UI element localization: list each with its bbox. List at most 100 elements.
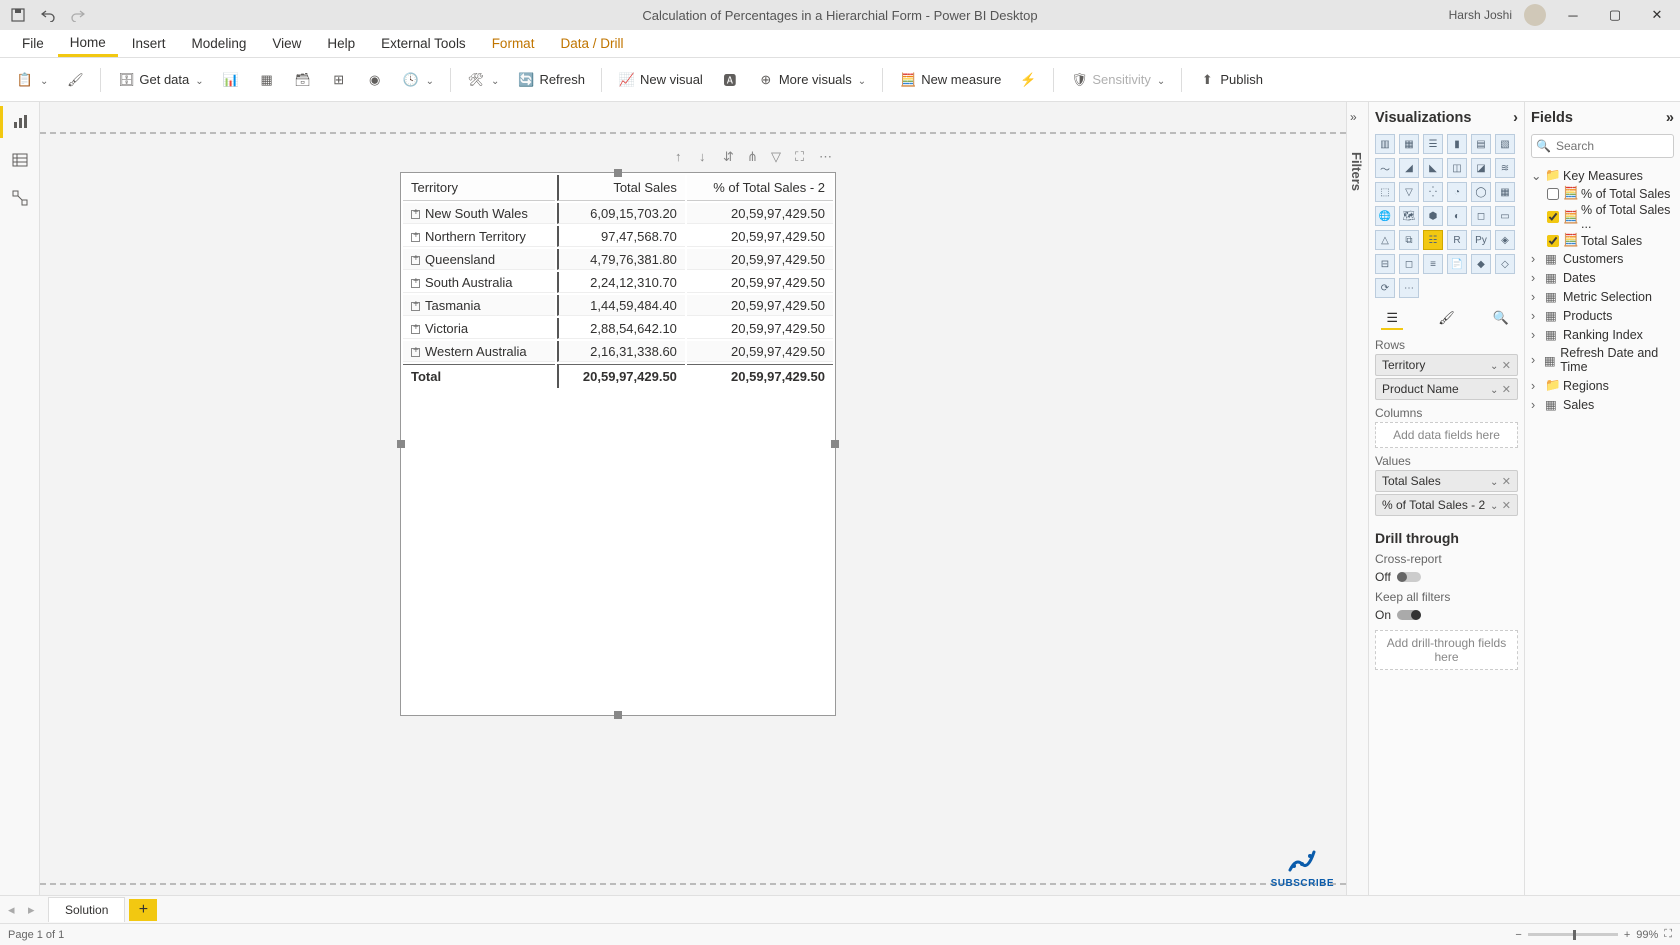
keep-filters-toggle[interactable]: On xyxy=(1375,608,1518,622)
remove-field-icon[interactable]: ✕ xyxy=(1502,384,1511,396)
expand-icon[interactable] xyxy=(411,279,420,288)
viz-pie-icon[interactable]: ◔ xyxy=(1447,182,1467,202)
table-customers[interactable]: ›▦Customers xyxy=(1531,249,1674,268)
viz-stacked-bar-icon[interactable]: ▥ xyxy=(1375,134,1395,154)
more-options-icon[interactable]: ⋯ xyxy=(819,149,835,165)
viz-shape-map-icon[interactable]: ⬢ xyxy=(1423,206,1443,226)
quick-measure-button[interactable]: ⚡ xyxy=(1013,67,1043,93)
menu-modeling[interactable]: Modeling xyxy=(180,32,259,55)
menu-file[interactable]: File xyxy=(10,32,56,55)
filters-expand-icon[interactable]: » xyxy=(1350,110,1357,124)
menu-help[interactable]: Help xyxy=(315,32,367,55)
analytics-tab-icon[interactable]: 🔍 xyxy=(1490,308,1512,330)
fields-collapse-icon[interactable]: » xyxy=(1666,110,1674,126)
viz-waterfall-icon[interactable]: ⬚ xyxy=(1375,182,1395,202)
remove-field-icon[interactable]: ✕ xyxy=(1502,360,1511,372)
resize-handle-right[interactable] xyxy=(831,440,839,448)
user-name[interactable]: Harsh Joshi xyxy=(1449,8,1512,22)
viz-filled-map-icon[interactable]: 🗺 xyxy=(1399,206,1419,226)
new-measure-button[interactable]: 🧮New measure xyxy=(893,67,1007,93)
table-row[interactable]: Tasmania1,44,59,484.4020,59,97,429.50 xyxy=(403,295,833,316)
save-icon[interactable] xyxy=(8,5,28,25)
table-row[interactable]: Western Australia2,16,31,338.6020,59,97,… xyxy=(403,341,833,362)
viz-table-icon[interactable]: ☷ xyxy=(1423,230,1443,250)
table-refresh-date[interactable]: ›▦Refresh Date and Time xyxy=(1531,344,1674,376)
resize-handle-bottom[interactable] xyxy=(614,711,622,719)
format-tab-icon[interactable]: 🖌 xyxy=(1435,308,1457,330)
table-products[interactable]: ›▦Products xyxy=(1531,306,1674,325)
table-key-measures[interactable]: ⌄📁Key Measures xyxy=(1531,166,1674,185)
viz-arcgis-icon[interactable]: ◆ xyxy=(1471,254,1491,274)
page-prev-icon[interactable]: ◂ xyxy=(8,902,24,918)
viz-funnel-icon[interactable]: ▽ xyxy=(1399,182,1419,202)
text-box-button[interactable]: 🅰 xyxy=(715,67,745,93)
viz-slicer-icon[interactable]: ⧉ xyxy=(1399,230,1419,250)
matrix-visual[interactable]: ↑ ↓ ⇵ ⋔ ▽ ⛶ ⋯ Territory Total Sale xyxy=(400,172,836,716)
filters-pane[interactable]: » Filters xyxy=(1346,102,1368,895)
viz-decomp-icon[interactable]: ⊟ xyxy=(1375,254,1395,274)
viz-clustered-col-icon[interactable]: ▮ xyxy=(1447,134,1467,154)
viz-100-bar-icon[interactable]: ▤ xyxy=(1471,134,1491,154)
viz-py-icon[interactable]: Py xyxy=(1471,230,1491,250)
pbi-dataset-icon[interactable]: ▦ xyxy=(252,67,282,93)
next-level-icon[interactable]: ⋔ xyxy=(747,149,763,165)
table-sales[interactable]: ›▦Sales xyxy=(1531,395,1674,414)
filter-icon[interactable]: ▽ xyxy=(771,149,787,165)
viz-kpi-icon[interactable]: △ xyxy=(1375,230,1395,250)
excel-source-icon[interactable]: 📊 xyxy=(216,67,246,93)
viz-line-col2-icon[interactable]: ◪ xyxy=(1471,158,1491,178)
table-row[interactable]: Northern Territory97,47,568.7020,59,97,4… xyxy=(403,226,833,247)
viz-ribbon-icon[interactable]: ≋ xyxy=(1495,158,1515,178)
viz-key-influencer-icon[interactable]: ◈ xyxy=(1495,230,1515,250)
menu-insert[interactable]: Insert xyxy=(120,32,178,55)
rows-field-product[interactable]: Product Name ✕ xyxy=(1375,378,1518,400)
undo-icon[interactable] xyxy=(38,5,58,25)
viz-card-icon[interactable]: ◻ xyxy=(1471,206,1491,226)
page-next-icon[interactable]: ▸ xyxy=(28,902,44,918)
canvas[interactable]: ↑ ↓ ⇵ ⋔ ▽ ⛶ ⋯ Territory Total Sale xyxy=(40,102,1346,895)
viz-multi-card-icon[interactable]: ▭ xyxy=(1495,206,1515,226)
publish-button[interactable]: ⬆Publish xyxy=(1192,67,1269,93)
menu-external-tools[interactable]: External Tools xyxy=(369,32,478,55)
more-visuals-button[interactable]: ⊕More visuals xyxy=(751,67,872,93)
page-tab-solution[interactable]: Solution xyxy=(48,897,125,922)
table-row[interactable]: Victoria2,88,54,642.1020,59,97,429.50 xyxy=(403,318,833,339)
field-pct-total-sales[interactable]: 🧮% of Total Sales xyxy=(1531,185,1674,202)
transform-data-button[interactable]: 🛠 xyxy=(461,67,505,93)
drill-down-icon[interactable]: ↓ xyxy=(699,149,715,165)
refresh-button[interactable]: 🔄Refresh xyxy=(511,67,591,93)
format-painter-button[interactable]: 🖌 xyxy=(60,67,90,93)
table-row[interactable]: South Australia2,24,12,310.7020,59,97,42… xyxy=(403,272,833,293)
fit-page-icon[interactable]: ⛶ xyxy=(1664,928,1672,941)
zoom-out-icon[interactable]: − xyxy=(1515,929,1521,941)
add-page-button[interactable]: + xyxy=(129,899,157,921)
values-field-totalsales[interactable]: Total Sales ✕ xyxy=(1375,470,1518,492)
minimize-button[interactable]: ─ xyxy=(1558,5,1588,25)
table-dates[interactable]: ›▦Dates xyxy=(1531,268,1674,287)
drill-through-drop-area[interactable]: Add drill-through fields here xyxy=(1375,630,1518,670)
viz-scatter-icon[interactable]: ⁛ xyxy=(1423,182,1443,202)
recent-sources-icon[interactable]: 🕓 xyxy=(396,67,440,93)
expand-icon[interactable] xyxy=(411,233,420,242)
zoom-in-icon[interactable]: + xyxy=(1624,929,1630,941)
drill-up-icon[interactable]: ↑ xyxy=(675,149,691,165)
viz-r-icon[interactable]: R xyxy=(1447,230,1467,250)
remove-field-icon[interactable]: ✕ xyxy=(1502,500,1511,512)
table-metric-selection[interactable]: ›▦Metric Selection xyxy=(1531,287,1674,306)
viz-stacked-col-icon[interactable]: ▦ xyxy=(1399,134,1419,154)
menu-view[interactable]: View xyxy=(260,32,313,55)
zoom-slider[interactable] xyxy=(1528,933,1618,936)
menu-home[interactable]: Home xyxy=(58,31,118,57)
table-row[interactable]: New South Wales6,09,15,703.2020,59,97,42… xyxy=(403,203,833,224)
viz-qa-icon[interactable]: ◻ xyxy=(1399,254,1419,274)
col-header-territory[interactable]: Territory xyxy=(403,175,555,201)
viz-donut-icon[interactable]: ◯ xyxy=(1471,182,1491,202)
report-view-icon[interactable] xyxy=(10,112,30,132)
viz-line-col-icon[interactable]: ◫ xyxy=(1447,158,1467,178)
dataverse-icon[interactable]: ◉ xyxy=(360,67,390,93)
viz-line-icon[interactable]: 〜 xyxy=(1375,158,1395,178)
viz-powerapps-icon[interactable]: ◇ xyxy=(1495,254,1515,274)
expand-icon[interactable] xyxy=(411,325,420,334)
columns-drop-area[interactable]: Add data fields here xyxy=(1375,422,1518,448)
rows-field-territory[interactable]: Territory ✕ xyxy=(1375,354,1518,376)
